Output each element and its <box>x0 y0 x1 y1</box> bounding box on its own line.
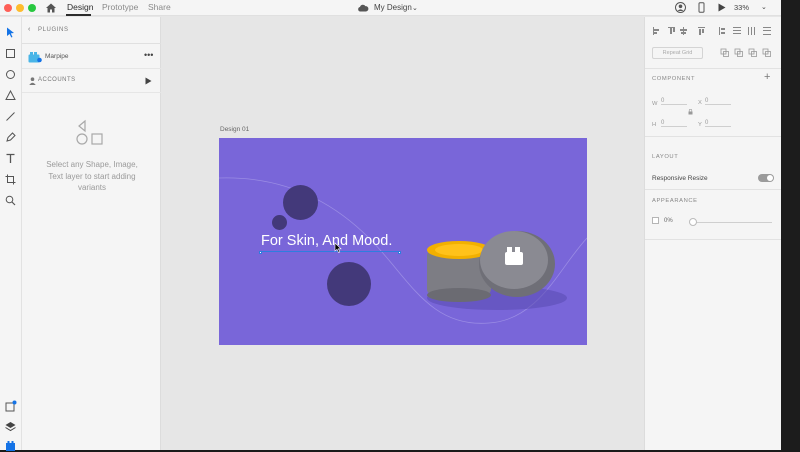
plugin-row-marpipe[interactable]: Marpipe ••• <box>22 45 161 69</box>
ellipse-tool-icon[interactable] <box>4 68 17 81</box>
top-bar: Design Prototype Share My Design ⌄ 33% ⌄ <box>0 0 781 16</box>
opacity-value[interactable]: 0% <box>664 218 673 224</box>
zoom-level[interactable]: 33% <box>734 3 749 12</box>
h-label: H <box>652 122 657 128</box>
text-tool-icon[interactable] <box>4 152 17 165</box>
appearance-title: APPEARANCE <box>652 198 698 204</box>
select-tool-icon[interactable] <box>4 26 17 39</box>
layout-title: LAYOUT <box>652 154 679 160</box>
tab-design[interactable]: Design <box>67 2 93 12</box>
window-zoom-button[interactable] <box>28 4 36 12</box>
home-icon[interactable] <box>45 2 57 14</box>
artboard-design-01[interactable]: For Skin, And Mood. <box>219 138 587 345</box>
component-section: COMPONENT + W 0 X 0 H 0 Y 0 <box>645 69 782 137</box>
document-title[interactable]: My Design <box>374 3 412 12</box>
empty-state-message: Select any Shape, Image, Text layer to s… <box>46 160 138 192</box>
plugins-title: PLUGINS <box>38 27 69 33</box>
align-icons-left[interactable] <box>652 26 707 36</box>
x-input[interactable]: 0 <box>705 98 731 105</box>
lock-aspect-icon[interactable] <box>688 109 693 115</box>
headline-text-layer[interactable]: For Skin, And Mood. <box>261 233 392 249</box>
decorative-circle-small[interactable] <box>272 215 287 230</box>
rectangle-tool-icon[interactable] <box>4 47 17 60</box>
user-icon <box>29 77 36 85</box>
component-title: COMPONENT <box>652 76 696 82</box>
shapes-empty-state-icon <box>76 119 103 145</box>
window-close-button[interactable] <box>4 4 12 12</box>
pen-tool-icon[interactable] <box>4 131 17 144</box>
align-section: Repeat Grid <box>645 17 782 69</box>
user-avatar-icon[interactable] <box>675 2 686 13</box>
y-input[interactable]: 0 <box>705 120 731 127</box>
line-tool-icon[interactable] <box>4 110 17 123</box>
cream-jar-image[interactable] <box>419 218 569 318</box>
cursor-icon <box>334 242 342 253</box>
tab-prototype[interactable]: Prototype <box>102 2 138 12</box>
window-minimize-button[interactable] <box>16 4 24 12</box>
boolean-ops-icons[interactable] <box>720 48 772 58</box>
zoom-chevron-icon[interactable]: ⌄ <box>761 3 767 11</box>
play-arrow-icon[interactable] <box>145 77 152 85</box>
plugin-name: Marpipe <box>45 53 69 60</box>
layout-section: LAYOUT Responsive Resize <box>645 138 782 190</box>
polygon-tool-icon[interactable] <box>4 89 17 102</box>
decorative-circle-large[interactable] <box>283 185 318 220</box>
zoom-tool-icon[interactable] <box>4 194 17 207</box>
selection-handle[interactable] <box>259 251 262 254</box>
appearance-section: APPEARANCE 0% <box>645 190 782 240</box>
cloud-icon <box>358 4 369 12</box>
back-chevron-icon[interactable]: ‹ <box>28 26 30 33</box>
opacity-slider-track[interactable] <box>690 222 772 223</box>
plugins-header: ‹ PLUGINS <box>22 17 161 44</box>
mobile-preview-icon[interactable] <box>696 2 707 13</box>
selection-handle[interactable] <box>398 251 401 254</box>
tab-share[interactable]: Share <box>148 2 171 12</box>
artboard-tool-icon[interactable] <box>4 173 17 186</box>
w-label: W <box>652 101 658 107</box>
x-label: X <box>698 100 702 106</box>
accounts-label: ACCOUNTS <box>38 77 76 83</box>
plugins-icon[interactable] <box>4 439 17 452</box>
accounts-row[interactable]: ACCOUNTS <box>22 69 161 93</box>
opacity-swatch[interactable] <box>652 217 659 224</box>
more-options-icon[interactable]: ••• <box>144 50 153 60</box>
xd-app-window: Design Prototype Share My Design ⌄ 33% ⌄ <box>0 0 782 452</box>
y-label: Y <box>698 122 702 128</box>
artboard-label[interactable]: Design 01 <box>220 126 249 133</box>
responsive-resize-label: Responsive Resize <box>652 175 708 182</box>
marpipe-logo-icon <box>28 52 42 63</box>
layers-icon[interactable] <box>4 420 17 433</box>
plugins-panel: ‹ PLUGINS Marpipe ••• ACCOUNTS Select an… <box>22 17 161 450</box>
repeat-grid-button[interactable]: Repeat Grid <box>652 47 703 59</box>
opacity-slider-knob[interactable] <box>689 218 697 226</box>
play-icon[interactable] <box>716 2 727 13</box>
height-input[interactable]: 0 <box>661 120 687 127</box>
tools-toolbar <box>0 17 22 452</box>
assets-icon[interactable] <box>4 400 17 413</box>
window-edge-strip <box>781 0 800 450</box>
width-input[interactable]: 0 <box>661 98 687 105</box>
responsive-resize-toggle[interactable] <box>758 174 774 182</box>
chevron-down-icon[interactable]: ⌄ <box>412 4 418 12</box>
decorative-circle-bottom[interactable] <box>327 262 371 306</box>
active-tab-indicator <box>66 14 91 16</box>
property-inspector: Repeat Grid COMPONENT + W 0 X 0 H 0 Y 0 … <box>644 17 782 450</box>
align-icons-right[interactable] <box>718 26 774 36</box>
add-component-icon[interactable]: + <box>764 71 770 83</box>
